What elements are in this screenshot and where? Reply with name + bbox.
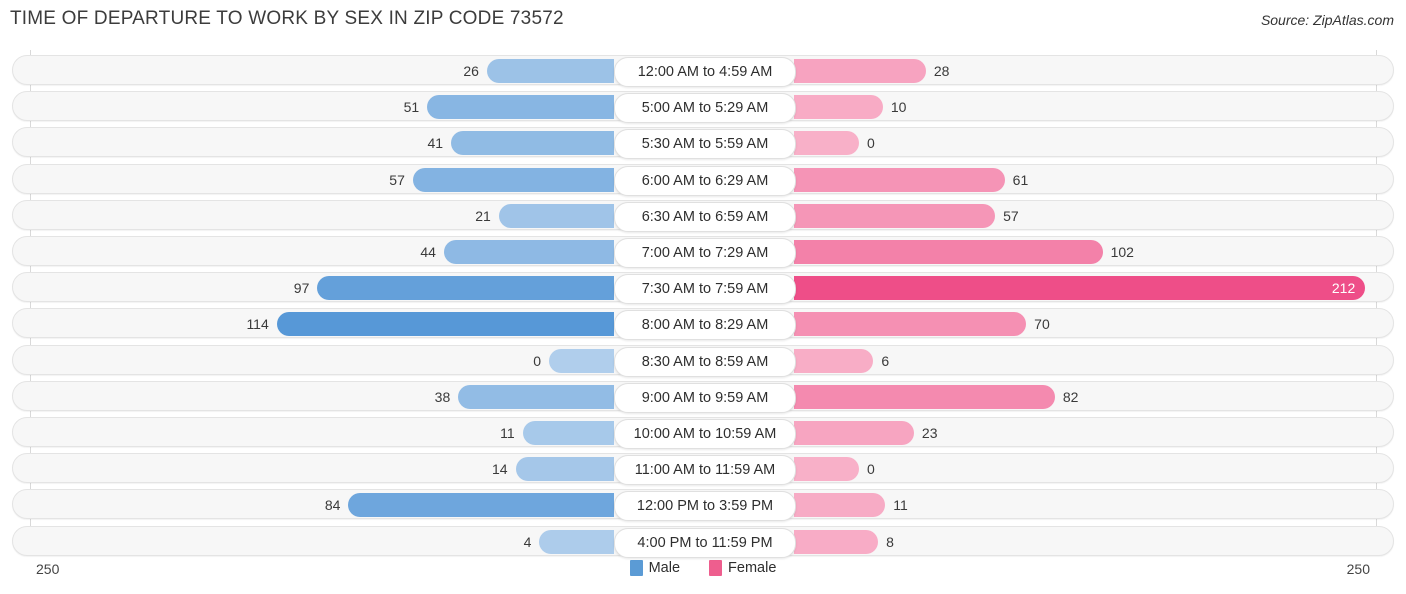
category-label: 6:30 AM to 6:59 AM <box>614 201 796 232</box>
legend-label-male: Male <box>648 559 681 576</box>
category-label: 12:00 AM to 4:59 AM <box>614 57 796 87</box>
legend: Male Female <box>0 560 1406 576</box>
value-label-male: 0 <box>533 352 541 369</box>
category-label: 11:00 AM to 11:59 AM <box>614 455 796 486</box>
value-label-female: 10 <box>890 99 907 116</box>
table-row: 6:00 AM to 6:29 AM 57 61 <box>12 163 1394 196</box>
legend-swatch-female-icon <box>709 560 723 576</box>
bar-female[interactable] <box>794 59 926 83</box>
table-row: 7:00 AM to 7:29 AM 44 102 <box>12 236 1394 268</box>
page-title: TIME OF DEPARTURE TO WORK BY SEX IN ZIP … <box>10 8 564 29</box>
bar-female[interactable] <box>794 384 1055 409</box>
bar-male[interactable] <box>458 384 614 409</box>
category-label: 8:00 AM to 8:29 AM <box>614 310 796 341</box>
bar-female[interactable] <box>794 276 1366 301</box>
value-label-male: 97 <box>293 280 310 297</box>
legend-item-female[interactable]: Female <box>709 560 776 576</box>
bar-male[interactable] <box>539 529 614 554</box>
value-label-male: 21 <box>475 207 491 224</box>
value-label-female: 23 <box>921 425 938 441</box>
table-row: 12:00 AM to 4:59 AM 26 28 <box>12 55 1394 87</box>
value-label-male: 14 <box>491 461 508 478</box>
category-label: 7:00 AM to 7:29 AM <box>614 238 796 268</box>
value-label-male: 44 <box>420 244 436 260</box>
bar-female[interactable] <box>794 493 886 518</box>
value-label-female: 70 <box>1034 316 1050 333</box>
value-label-male: 57 <box>389 171 405 188</box>
table-row: 5:30 AM to 5:59 AM 41 0 <box>12 127 1394 160</box>
value-label-female: 28 <box>933 63 950 79</box>
value-label-female: 102 <box>1110 244 1134 260</box>
value-label-female: 212 <box>1331 280 1356 297</box>
bar-female[interactable] <box>794 203 996 228</box>
category-label: 5:00 AM to 5:29 AM <box>614 93 796 124</box>
value-label-male: 51 <box>403 99 420 116</box>
value-label-female: 61 <box>1012 171 1029 188</box>
bar-male[interactable] <box>412 167 614 192</box>
table-row: 8:30 AM to 8:59 AM 0 6 <box>12 344 1394 377</box>
value-label-male: 4 <box>523 533 532 550</box>
value-label-female: 57 <box>1003 207 1019 224</box>
legend-item-male[interactable]: Male <box>629 559 681 576</box>
bar-male[interactable] <box>276 312 614 337</box>
value-label-female: 0 <box>867 135 875 152</box>
bar-male[interactable] <box>443 240 614 264</box>
value-label-male: 11 <box>500 425 515 441</box>
table-row: 9:00 AM to 9:59 AM 38 82 <box>12 380 1394 413</box>
table-row: 8:00 AM to 8:29 AM 114 70 <box>12 308 1394 341</box>
category-label: 10:00 AM to 10:59 AM <box>614 419 796 449</box>
bar-male[interactable] <box>317 276 614 301</box>
value-label-male: 38 <box>434 388 451 405</box>
bar-male[interactable] <box>348 493 614 518</box>
value-label-female: 82 <box>1062 388 1079 405</box>
value-label-female: 8 <box>886 533 894 550</box>
table-row: 4:00 PM to 11:59 PM 4 8 <box>12 525 1394 558</box>
bar-male[interactable] <box>498 203 614 228</box>
category-label: 8:30 AM to 8:59 AM <box>614 346 796 377</box>
table-row: 6:30 AM to 6:59 AM 21 57 <box>12 199 1394 232</box>
bar-female[interactable] <box>794 131 859 156</box>
bar-female[interactable] <box>794 421 914 445</box>
chart-container: TIME OF DEPARTURE TO WORK BY SEX IN ZIP … <box>0 0 1406 594</box>
bar-female[interactable] <box>794 348 874 373</box>
legend-label-female: Female <box>728 559 777 576</box>
bar-female[interactable] <box>794 529 879 554</box>
category-label: 9:00 AM to 9:59 AM <box>614 382 796 413</box>
bar-female[interactable] <box>794 167 1005 192</box>
category-label: 12:00 PM to 3:59 PM <box>614 491 796 522</box>
bar-male[interactable] <box>427 95 614 120</box>
bar-male[interactable] <box>486 59 614 83</box>
category-label: 6:00 AM to 6:29 AM <box>614 165 796 196</box>
table-row: 5:00 AM to 5:29 AM 51 10 <box>12 91 1394 124</box>
bar-male[interactable] <box>522 421 614 445</box>
value-label-female: 6 <box>881 352 890 369</box>
category-label: 4:00 PM to 11:59 PM <box>614 527 796 558</box>
table-row: 11:00 AM to 11:59 AM 14 0 <box>12 453 1394 486</box>
table-row: 10:00 AM to 10:59 AM 11 23 <box>12 417 1394 449</box>
bar-female[interactable] <box>794 240 1103 264</box>
bar-male[interactable] <box>515 457 614 482</box>
bar-male[interactable] <box>549 348 614 373</box>
table-row: 7:30 AM to 7:59 AM 97 212 <box>12 272 1394 305</box>
bar-female[interactable] <box>794 95 883 120</box>
bar-female[interactable] <box>794 457 859 482</box>
table-row: 12:00 PM to 3:59 PM 84 11 <box>12 489 1394 522</box>
value-label-male: 26 <box>463 63 479 79</box>
category-label: 5:30 AM to 5:59 AM <box>614 129 796 160</box>
source-attribution: Source: ZipAtlas.com <box>1260 12 1394 28</box>
bar-male[interactable] <box>451 131 614 156</box>
value-label-female: 0 <box>867 461 875 478</box>
category-label: 7:30 AM to 7:59 AM <box>614 274 796 305</box>
legend-swatch-male-icon <box>629 560 643 576</box>
value-label-male: 41 <box>427 135 444 152</box>
value-label-male: 84 <box>324 497 341 514</box>
bar-female[interactable] <box>794 312 1027 337</box>
plot-area: 12:00 AM to 4:59 AM 26 28 5:00 AM to 5:29 A… <box>0 50 1406 558</box>
value-label-female: 11 <box>893 497 908 514</box>
value-label-male: 114 <box>246 316 269 333</box>
